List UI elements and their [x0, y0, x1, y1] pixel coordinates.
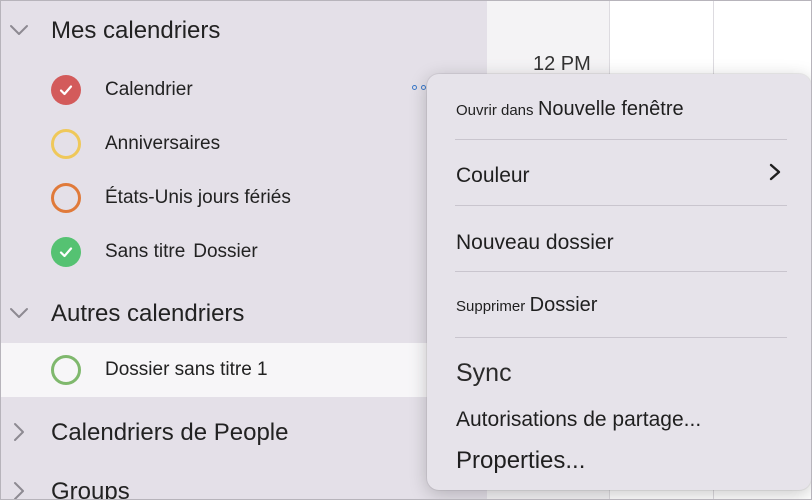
- menu-separator: [455, 205, 787, 206]
- menu-item-label: Ouvrir dans Nouvelle fenêtre: [456, 98, 684, 121]
- menu-separator: [455, 337, 787, 338]
- section-title: Calendriers de People: [51, 419, 289, 446]
- menu-item-label: Couleur: [456, 164, 530, 187]
- calendar-item-calendrier[interactable]: Calendrier: [1, 63, 487, 117]
- chevron-right-icon[interactable]: [9, 481, 29, 499]
- calendar-label: Calendrier: [105, 79, 193, 100]
- menu-item-open-in-new-window[interactable]: Ouvrir dans Nouvelle fenêtre: [427, 96, 811, 126]
- calendar-sidebar: Mes calendriers Calendrier Anniversaires…: [1, 1, 487, 499]
- menu-item-new-folder[interactable]: Nouveau dossier: [427, 229, 811, 259]
- calendar-label: Dossier sans titre 1: [105, 359, 268, 380]
- calendar-item-us-holidays[interactable]: États-Unis jours fériés: [1, 171, 487, 225]
- section-my-calendars[interactable]: Mes calendriers: [1, 8, 487, 54]
- menu-item-properties[interactable]: Properties...: [427, 445, 811, 477]
- chevron-right-icon: [769, 163, 781, 181]
- app-window: Mes calendriers Calendrier Anniversaires…: [0, 0, 812, 500]
- menu-item-prefix: Supprimer: [456, 298, 526, 315]
- checkmark-icon: [59, 85, 73, 96]
- menu-item-prefix: Ouvrir dans: [456, 102, 534, 119]
- calendar-checkbox[interactable]: [51, 129, 81, 159]
- calendar-label: Anniversaires: [105, 133, 221, 154]
- menu-item-sync[interactable]: Sync: [427, 357, 811, 389]
- calendar-label-part: Dossier: [193, 241, 258, 262]
- time-label: 12 PM: [533, 53, 591, 75]
- menu-item-sharing-permissions[interactable]: Autorisations de partage...: [427, 406, 811, 436]
- section-title: Autres calendriers: [51, 300, 245, 327]
- menu-item-label: Properties...: [456, 447, 586, 474]
- calendar-item-dossier-sans-titre-1[interactable]: Dossier sans titre 1: [1, 343, 487, 397]
- calendar-label: États-Unis jours fériés: [105, 187, 291, 208]
- menu-item-target: Dossier: [529, 294, 598, 316]
- section-title: Mes calendriers: [51, 17, 221, 44]
- calendar-item-sans-titre-dossier[interactable]: Sans titre Dossier: [1, 225, 487, 279]
- menu-separator: [455, 139, 787, 140]
- menu-item-target: Nouvelle fenêtre: [537, 98, 684, 120]
- chevron-down-icon[interactable]: [9, 20, 29, 40]
- menu-item-label: Supprimer Dossier: [456, 294, 597, 317]
- calendar-item-anniversaires[interactable]: Anniversaires: [1, 117, 487, 171]
- calendar-label-part: Sans titre: [105, 241, 186, 262]
- menu-item-label: Autorisations de partage...: [456, 408, 702, 431]
- section-title: Groups: [51, 478, 130, 500]
- calendar-checkbox[interactable]: [51, 75, 81, 105]
- calendar-checkbox[interactable]: [51, 183, 81, 213]
- menu-item-label: Sync: [456, 359, 512, 387]
- menu-item-delete-folder[interactable]: Supprimer Dossier: [427, 292, 811, 322]
- calendar-checkbox[interactable]: [51, 355, 81, 385]
- menu-item-label: Nouveau dossier: [456, 231, 614, 254]
- section-other-calendars[interactable]: Autres calendriers: [1, 291, 487, 337]
- chevron-right-icon[interactable]: [9, 422, 29, 442]
- context-menu: Ouvrir dans Nouvelle fenêtre Couleur Nou…: [427, 74, 811, 490]
- chevron-down-icon[interactable]: [9, 303, 29, 323]
- calendar-label: Sans titre Dossier: [105, 225, 258, 279]
- section-groups[interactable]: Groups: [1, 469, 487, 500]
- checkmark-icon: [59, 247, 73, 258]
- menu-separator: [455, 271, 787, 272]
- menu-item-color[interactable]: Couleur: [427, 162, 811, 192]
- section-people-calendars[interactable]: Calendriers de People: [1, 410, 487, 456]
- calendar-checkbox[interactable]: [51, 237, 81, 267]
